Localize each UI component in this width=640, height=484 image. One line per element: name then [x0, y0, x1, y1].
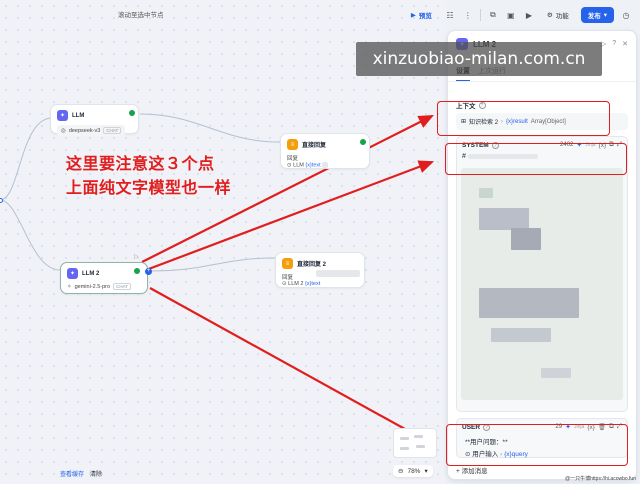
preview-label: 预览	[418, 13, 432, 20]
run-icon[interactable]: ▶	[523, 9, 535, 21]
status-success-icon	[129, 110, 135, 116]
top-toolbar: ▶ 预览 ☷ ⋮ ⧉ ▣ ▶ ⚙ 功能 发布 ▾ ◷	[405, 6, 632, 24]
zoom-level: 78%	[407, 467, 421, 475]
credit-text: @一只牛博https://hi.acowbo.fun	[565, 476, 636, 482]
blur-block	[491, 328, 551, 342]
answer-icon: ≡	[282, 258, 293, 269]
answer2-node[interactable]: ≡ 直接回复 2 回复 ⊙ LLM 2 {x}text	[275, 252, 365, 288]
answer-icon: ≡	[287, 139, 298, 150]
play-icon: ▶	[410, 12, 416, 19]
features-icon: ⚙	[546, 12, 553, 19]
system-prompt-box[interactable]: SYSTEM ? 2402 ✦ Jinja {x} ⧉ ⤢ #	[456, 136, 628, 412]
minimap-node	[400, 437, 409, 440]
add-message-label: 添加消息	[461, 468, 488, 475]
llm-icon: ✦	[67, 268, 78, 279]
model-chip: ◎ deepseek-v3 CHAT	[57, 125, 126, 136]
model-chip: ✧ gemini-2.5-pro CHAT	[67, 283, 131, 290]
publish-label: 发布	[587, 13, 601, 20]
status-success-icon	[134, 268, 140, 274]
blurred-prompt-content	[461, 168, 623, 400]
clear-link[interactable]: 清除	[90, 469, 102, 478]
highlight-user	[446, 424, 628, 466]
llm-small-icon: ⊙	[287, 162, 292, 169]
answer-ref-var: {x}text	[305, 162, 321, 169]
blur-block	[541, 368, 571, 378]
chevron-down-icon: ▾	[603, 12, 607, 19]
answer-node[interactable]: ≡ 直接回复 回复 ⊙ LLM {x}text	[280, 133, 370, 169]
llm2-node-title: LLM 2	[82, 270, 100, 277]
chevron-down-icon[interactable]: ▾	[424, 467, 427, 475]
add-message-button[interactable]: + 添加消息	[456, 465, 488, 475]
features-button[interactable]: ⚙ 功能	[541, 7, 575, 23]
publish-button[interactable]: 发布 ▾	[580, 7, 614, 23]
gemini-icon: ✧	[67, 283, 72, 290]
export-icon[interactable]: ⧉	[487, 9, 499, 21]
toolbar-divider	[479, 9, 481, 21]
features-label: 功能	[555, 13, 569, 20]
history-icon[interactable]: ◷	[620, 9, 632, 21]
close-icon[interactable]: ✕	[622, 40, 628, 48]
node-settings-panel: ✦ LLM 2 ▷ ? ✕ 设置 上次运行 上下文 ? ⊞ 知识检索 2 › {…	[447, 30, 637, 480]
answer-label: 回复	[287, 156, 299, 162]
blur-block	[511, 228, 541, 250]
view-log-link[interactable]: 查看缓存	[60, 469, 84, 478]
answer-ref-node: LLM 2	[288, 281, 304, 287]
annotation-line-2: 上面纯文字模型也一样	[66, 178, 232, 197]
llm-node-title: LLM	[72, 112, 85, 119]
status-success-icon	[360, 139, 366, 145]
model-name: deepseek-v3	[68, 127, 101, 134]
llm2-node[interactable]: ✦ LLM 2 ✧ gemini-2.5-pro CHAT +	[60, 262, 152, 294]
answer-ref-node: LLM	[293, 162, 304, 169]
blurred-text	[316, 270, 360, 277]
model-tag: CHAT	[103, 127, 122, 134]
highlight-context	[437, 101, 610, 136]
play-node-icon[interactable]: ▷	[134, 253, 139, 260]
blur-block	[479, 188, 493, 198]
help-icon[interactable]: ?	[612, 40, 616, 48]
answer-ref-var-name: text	[311, 162, 321, 169]
add-next-node-handle[interactable]: +	[145, 268, 152, 275]
llm-small-icon: ⊙	[282, 281, 287, 287]
blur-block	[479, 208, 529, 230]
env-icon[interactable]: ▣	[505, 9, 517, 21]
variables-icon[interactable]: ⋮	[462, 9, 474, 21]
minimap-node	[414, 435, 423, 438]
minimap-node	[400, 447, 409, 450]
blurred-text	[322, 162, 329, 168]
minimap[interactable]	[393, 428, 437, 458]
model-icon: ◎	[61, 127, 66, 134]
minimap-node	[416, 445, 425, 448]
annotation-line-1: 这里要注意这３个点	[66, 154, 215, 173]
blur-block	[479, 288, 579, 318]
answer-ref-var: {x}text	[304, 281, 321, 287]
preview-button[interactable]: ▶ 预览	[405, 7, 438, 23]
answer-node-title: 直接回复	[302, 143, 327, 149]
highlight-system	[445, 143, 627, 175]
plus-icon: +	[456, 468, 460, 475]
answer-ref: ⊙ LLM 2 {x}text	[282, 281, 358, 287]
zoom-control[interactable]: ⊖ 78% ▾	[393, 465, 433, 477]
checklist-icon[interactable]: ☷	[444, 9, 456, 21]
llm-icon: ✦	[57, 110, 68, 121]
answer-ref-var-name: text	[311, 281, 321, 287]
answer-ref: ⊙ LLM {x}text	[287, 162, 363, 168]
model-tag: CHAT	[113, 283, 131, 290]
zoom-out-icon[interactable]: ⊖	[398, 467, 403, 475]
llm-node[interactable]: ✦ LLM ◎ deepseek-v3 CHAT	[50, 104, 139, 136]
scroll-to-node-hint[interactable]: 滚动至选中节点	[118, 9, 164, 19]
watermark: xinzuobiao-milan.com.cn	[356, 42, 602, 76]
answer2-node-title: 直接回复 2	[297, 262, 327, 268]
bottom-left-controls: 查看缓存 清除	[60, 469, 102, 478]
model-name: gemini-2.5-pro	[74, 283, 111, 290]
